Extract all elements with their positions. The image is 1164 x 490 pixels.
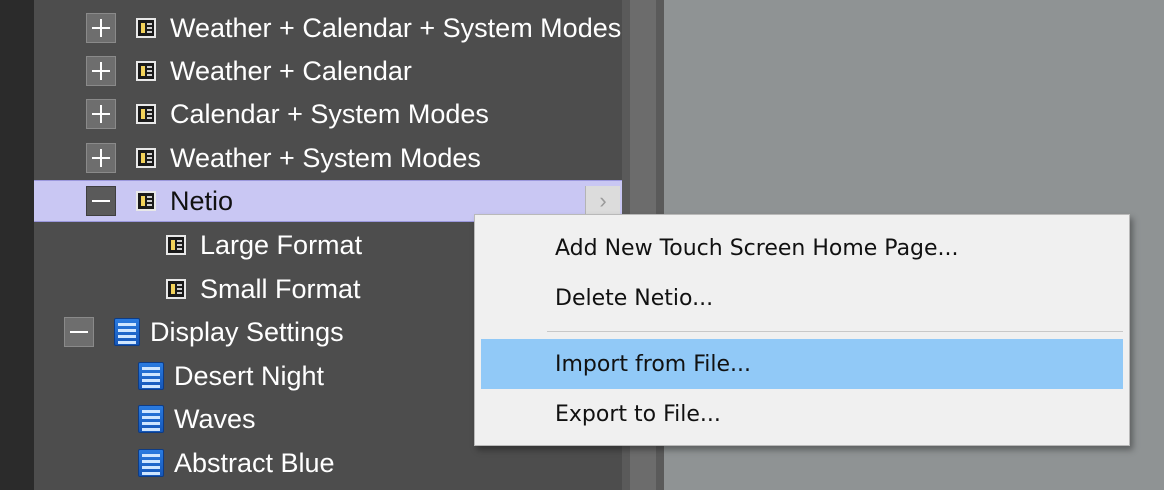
tree-item-label: Netio xyxy=(170,185,234,216)
tree-item-label: Weather + Calendar xyxy=(170,55,412,86)
menu-item-export-to-file[interactable]: Export to File... xyxy=(481,389,1123,439)
collapse-minus-icon[interactable] xyxy=(64,317,94,347)
page-icon xyxy=(136,148,156,168)
menu-item-add-new-touch-screen-home-page[interactable]: Add New Touch Screen Home Page... xyxy=(481,223,1123,273)
display-settings-icon xyxy=(138,449,164,477)
page-icon xyxy=(136,104,156,124)
tree-item-label: Weather + System Modes xyxy=(170,142,481,173)
chevron-right-icon[interactable]: › xyxy=(585,186,620,216)
menu-item-import-from-file[interactable]: Import from File... xyxy=(481,339,1123,389)
menu-separator xyxy=(547,331,1123,332)
tree-item-label: Desert Night xyxy=(174,360,325,391)
page-icon xyxy=(166,279,186,299)
menu-item-label: Add New Touch Screen Home Page... xyxy=(555,235,959,261)
left-edge-panel xyxy=(0,0,34,490)
tree-item-weather-calendar[interactable]: Weather + Calendar xyxy=(34,50,622,92)
tree-item-label: Large Format xyxy=(200,229,363,260)
display-settings-icon xyxy=(138,362,164,390)
tree-item-label: Waves xyxy=(174,403,256,434)
menu-item-label: Export to File... xyxy=(555,401,721,427)
display-settings-icon xyxy=(138,405,164,433)
display-settings-icon xyxy=(114,318,140,346)
menu-item-delete-netio[interactable]: Delete Netio... xyxy=(481,273,1123,323)
expand-plus-icon[interactable] xyxy=(86,56,116,86)
tree-item-calendar-system-modes[interactable]: Calendar + System Modes xyxy=(34,93,622,135)
expand-plus-icon[interactable] xyxy=(86,143,116,173)
expand-plus-icon[interactable] xyxy=(86,13,116,43)
menu-item-label: Import from File... xyxy=(555,351,751,377)
tree-item-label: Display Settings xyxy=(150,316,344,347)
page-icon xyxy=(166,235,186,255)
page-icon xyxy=(136,191,156,211)
page-icon xyxy=(136,18,156,38)
tree-item-abstract-blue[interactable]: Abstract Blue xyxy=(34,442,622,484)
tree-item-label: Small Format xyxy=(200,273,361,304)
tree-item-label: Abstract Blue xyxy=(174,447,335,478)
context-menu: Add New Touch Screen Home Page... Delete… xyxy=(474,214,1130,446)
expand-plus-icon[interactable] xyxy=(86,99,116,129)
collapse-minus-icon[interactable] xyxy=(86,186,116,216)
tree-item-label: Weather + Calendar + System Modes xyxy=(170,12,622,43)
menu-item-label: Delete Netio... xyxy=(555,285,714,311)
page-icon xyxy=(136,61,156,81)
tree-item-weather-system-modes[interactable]: Weather + System Modes xyxy=(34,137,622,179)
tree-item-weather-calendar-system-modes[interactable]: Weather + Calendar + System Modes xyxy=(34,7,622,49)
tree-item-label: Calendar + System Modes xyxy=(170,98,489,129)
